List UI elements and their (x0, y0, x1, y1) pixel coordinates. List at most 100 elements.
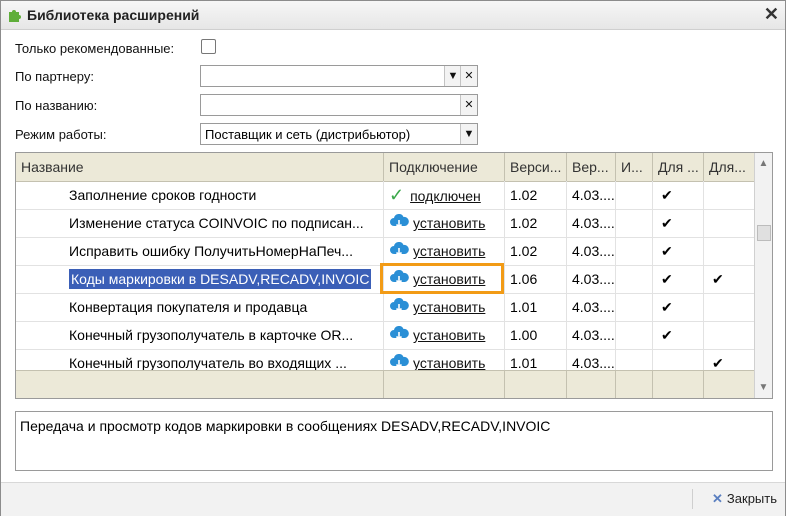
install-link[interactable]: установить (413, 299, 485, 315)
table-row[interactable]: Конвертация покупателя и продавца установ… (16, 293, 756, 322)
footer-cell (616, 371, 653, 398)
cell-connection[interactable]: установить (384, 321, 505, 349)
cell-for1: ✔ (653, 181, 704, 209)
cell-name[interactable]: Изменение статуса COINVOIC по подписан..… (16, 209, 384, 237)
col-header-name[interactable]: Название (16, 153, 384, 181)
partner-label: По партнеру: (15, 69, 94, 84)
cell-i (616, 293, 653, 321)
extensions-library-window: Библиотека расширений ✕ Только рекомендо… (0, 0, 786, 516)
install-link[interactable]: установить (413, 355, 485, 371)
cell-ver2: 4.03.... (567, 321, 616, 349)
cell-for2 (704, 209, 756, 237)
vertical-scrollbar[interactable]: ▲ ▼ (754, 153, 772, 398)
install-link[interactable]: установить (413, 243, 485, 259)
cloud-download-icon (390, 354, 409, 369)
table-row[interactable]: Конечный грузополучатель в карточке OR..… (16, 321, 756, 350)
cell-version: 1.06 (505, 265, 567, 293)
cell-name[interactable]: Заполнение сроков годности (16, 181, 384, 209)
cloud-download-icon (390, 326, 409, 341)
cloud-download-icon (390, 298, 409, 313)
col-header-connection[interactable]: Подключение (384, 153, 505, 181)
cell-ver2: 4.03.... (567, 265, 616, 293)
cell-for1: ✔ (653, 265, 704, 293)
mode-label: Режим работы: (15, 127, 107, 142)
close-button[interactable]: ✕ Закрыть (712, 491, 777, 507)
cell-name[interactable]: Конвертация покупателя и продавца (16, 293, 384, 321)
cell-connection[interactable]: установить (384, 209, 505, 237)
window-title: Библиотека расширений (27, 7, 200, 23)
col-header-ver2[interactable]: Вер... (567, 153, 616, 181)
cell-for1: ✔ (653, 293, 704, 321)
table-row[interactable]: Коды маркировки в DESADV,RECADV,INVOIC ус… (16, 265, 756, 294)
footer-cell (567, 371, 616, 398)
cell-ver2: 4.03.... (567, 181, 616, 209)
extension-name: Конечный грузополучатель в карточке OR..… (69, 327, 354, 343)
cell-version: 1.01 (505, 293, 567, 321)
name-clear-icon[interactable]: ✕ (460, 95, 477, 115)
col-header-for2[interactable]: Для... (704, 153, 756, 181)
recommended-label: Только рекомендованные: (15, 41, 175, 56)
extension-name: Конечный грузополучатель во входящих ... (69, 355, 347, 371)
extension-name: Заполнение сроков годности (69, 187, 257, 203)
cell-i (616, 181, 653, 209)
cell-for1: ✔ (653, 237, 704, 265)
name-label: По названию: (15, 98, 98, 113)
cell-connection[interactable]: ✓ подключен (384, 181, 505, 209)
cell-connection[interactable]: установить (384, 265, 505, 293)
cell-name[interactable]: Конечный грузополучатель в карточке OR..… (16, 321, 384, 349)
table-row[interactable]: Исправить ошибку ПолучитьНомерНаПеч... ус… (16, 237, 756, 266)
cell-name[interactable]: Коды маркировки в DESADV,RECADV,INVOIC (16, 265, 384, 293)
install-link[interactable]: установить (413, 327, 485, 343)
cell-version: 1.02 (505, 209, 567, 237)
extension-name: Конвертация покупателя и продавца (69, 299, 308, 315)
cell-for2: ✔ (704, 265, 756, 293)
cell-i (616, 321, 653, 349)
col-header-i[interactable]: И... (616, 153, 653, 181)
cell-name[interactable]: Исправить ошибку ПолучитьНомерНаПеч... (16, 237, 384, 265)
table-row[interactable]: Изменение статуса COINVOIC по подписан..… (16, 209, 756, 238)
install-link[interactable]: установить (413, 271, 485, 287)
title-bar: Библиотека расширений ✕ (1, 1, 785, 30)
close-window-icon[interactable]: ✕ (764, 4, 779, 24)
partner-field[interactable]: ▼ ✕ (200, 65, 478, 87)
partner-clear-icon[interactable]: ✕ (460, 66, 477, 86)
scroll-thumb[interactable] (757, 225, 771, 241)
recommended-checkbox[interactable] (201, 39, 216, 54)
scroll-up-icon[interactable]: ▲ (755, 155, 772, 172)
cell-for2 (704, 293, 756, 321)
footer-cell (653, 371, 704, 398)
mode-dropdown-icon[interactable]: ▼ (460, 124, 477, 144)
cell-ver2: 4.03.... (567, 209, 616, 237)
table-header: Название Подключение Верси... Вер... И..… (16, 153, 756, 182)
footer-cell (16, 371, 384, 398)
footer-cell (384, 371, 505, 398)
connected-link[interactable]: подключен (410, 188, 481, 204)
mode-value: Поставщик и сеть (дистрибьютор) (205, 127, 411, 142)
extensions-table: Название Подключение Верси... Вер... И..… (15, 152, 773, 399)
cell-version: 1.00 (505, 321, 567, 349)
col-header-version[interactable]: Верси... (505, 153, 567, 181)
puzzle-icon (9, 10, 21, 22)
mode-select[interactable]: Поставщик и сеть (дистрибьютор) ▼ (200, 123, 478, 145)
cell-for1: ✔ (653, 209, 704, 237)
divider (692, 489, 693, 509)
footer-cell (505, 371, 567, 398)
check-icon: ✓ (389, 185, 405, 205)
table-footer (16, 370, 756, 398)
cell-for2 (704, 237, 756, 265)
footer-cell (704, 371, 756, 398)
cell-ver2: 4.03.... (567, 237, 616, 265)
cell-connection[interactable]: установить (384, 293, 505, 321)
description-text: Передача и просмотр кодов маркировки в с… (20, 418, 551, 434)
extension-name: Исправить ошибку ПолучитьНомерНаПеч... (69, 243, 353, 259)
col-header-for1[interactable]: Для ... (653, 153, 704, 181)
cell-version: 1.02 (505, 181, 567, 209)
cell-connection[interactable]: установить (384, 237, 505, 265)
bottom-bar: ✕ Закрыть (1, 482, 785, 516)
partner-dropdown-icon[interactable]: ▼ (444, 66, 461, 86)
extension-name: Коды маркировки в DESADV,RECADV,INVOIC (69, 269, 372, 289)
name-search-field[interactable]: ✕ (200, 94, 478, 116)
install-link[interactable]: установить (413, 215, 485, 231)
scroll-down-icon[interactable]: ▼ (755, 379, 772, 396)
table-row[interactable]: Заполнение сроков годности ✓ подключен 1.02… (16, 181, 756, 210)
